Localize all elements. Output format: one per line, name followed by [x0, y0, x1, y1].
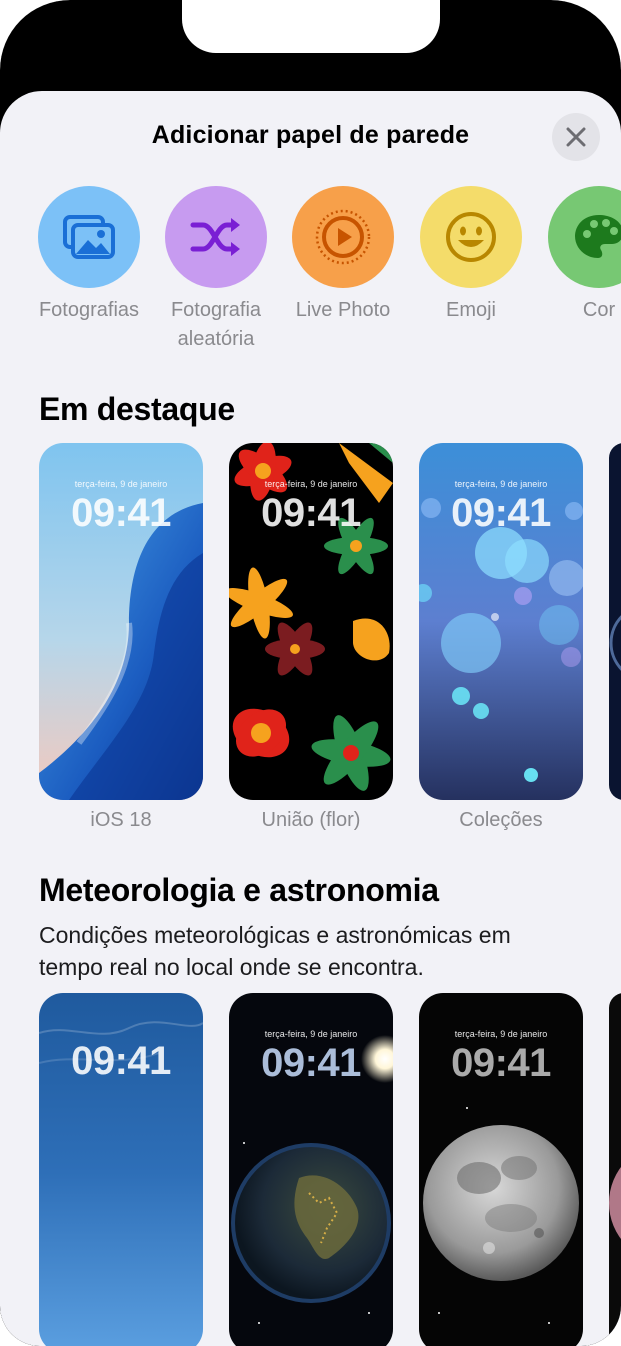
emoji-icon	[420, 186, 522, 288]
wallpaper-card-colecoes[interactable]: terça-feira, 9 de janeiro 09:41	[419, 443, 583, 800]
lock-date: terça-feira, 9 de janeiro	[74, 479, 168, 489]
frame-corner-left	[0, 0, 80, 80]
palette-icon	[548, 186, 621, 288]
section-subtitle-weather: Condições meteorológicas e astronómicas …	[39, 922, 511, 980]
close-icon	[566, 127, 586, 147]
add-wallpaper-sheet: Adicionar papel de parede Fotografias Fo…	[0, 91, 621, 1346]
category-shuffle[interactable]: Fotografia aleatória	[152, 186, 280, 354]
category-label: Fotografia aleatória	[170, 299, 262, 350]
sheet-title: Adicionar papel de parede	[151, 121, 470, 149]
lock-date: terça-feira, 9 de janeiro	[454, 479, 548, 489]
wallpaper-card-moon[interactable]: terça-feira, 9 de janeiro 09:41	[419, 993, 583, 1346]
wallpaper-card-ios18[interactable]: terça-feira, 9 de janeiro 09:41	[39, 443, 203, 800]
notch	[182, 0, 440, 53]
lock-date: terça-feira, 9 de janeiro	[264, 1029, 358, 1039]
partial-wallpaper-art	[609, 615, 621, 671]
live-photo-icon	[292, 186, 394, 288]
wallpaper-card-weather[interactable]: 09:41	[39, 993, 203, 1346]
wallpaper-card-earth[interactable]: terça-feira, 9 de janeiro 09:41	[229, 993, 393, 1346]
photos-icon	[38, 186, 140, 288]
frame-corner-right	[541, 0, 621, 80]
device-frame: Adicionar papel de parede Fotografias Fo…	[0, 0, 621, 1346]
lock-time: 09:41	[71, 1039, 171, 1083]
lock-time: 09:41	[71, 491, 171, 535]
wallpaper-card-partial[interactable]	[609, 443, 621, 800]
category-label: Emoji	[445, 299, 496, 321]
wallpaper-label: iOS 18	[90, 809, 152, 831]
lock-time: 09:41	[451, 1041, 551, 1085]
category-photos[interactable]: Fotografias	[25, 186, 153, 325]
wallpaper-card-uniao-flor[interactable]: terça-feira, 9 de janeiro 09:41	[229, 443, 393, 800]
shuffle-icon	[165, 186, 267, 288]
wallpaper-card-partial[interactable]	[609, 993, 621, 1346]
lock-time: 09:41	[261, 1041, 361, 1085]
category-label: Fotografias	[38, 299, 140, 321]
section-title-weather: Meteorologia e astronomia	[39, 872, 439, 908]
lock-date: terça-feira, 9 de janeiro	[264, 479, 358, 489]
wallpaper-label: Coleções	[459, 809, 543, 831]
section-title-featured: Em destaque	[39, 391, 235, 427]
close-button[interactable]	[552, 113, 600, 161]
category-color[interactable]: Cor	[535, 186, 621, 325]
lock-time: 09:41	[451, 491, 551, 535]
wallpaper-label: União (flor)	[261, 809, 361, 831]
lock-date: terça-feira, 9 de janeiro	[454, 1029, 548, 1039]
category-label: Cor	[582, 299, 616, 321]
category-label: Live Photo	[295, 299, 391, 321]
category-emoji[interactable]: Emoji	[407, 186, 535, 325]
partial-planet-art	[609, 1167, 621, 1239]
category-live-photo[interactable]: Live Photo	[279, 186, 407, 325]
lock-time: 09:41	[261, 491, 361, 535]
